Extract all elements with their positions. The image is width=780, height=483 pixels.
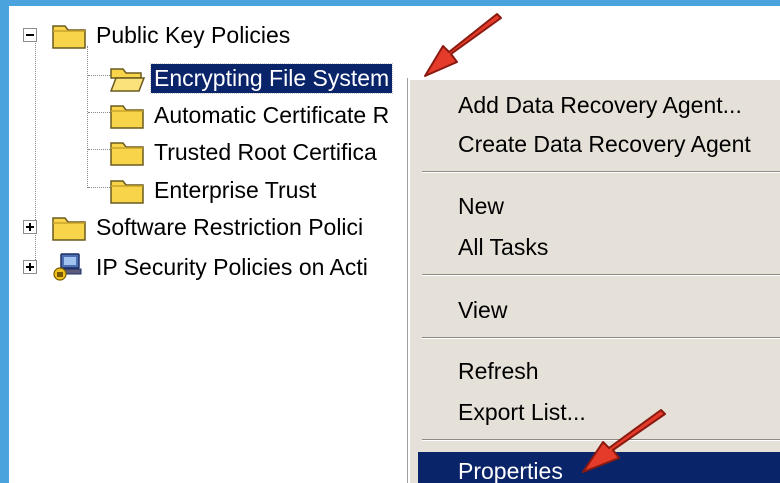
folder-icon (110, 105, 144, 129)
tree-item-encrypting-file-system[interactable]: Encrypting File System (109, 61, 394, 95)
tree-item-automatic-certificate[interactable]: Automatic Certificate R (109, 98, 392, 132)
red-arrow-icon (424, 13, 502, 77)
collapse-icon[interactable] (23, 28, 37, 42)
menu-item-refresh[interactable]: Refresh (418, 352, 780, 390)
tree-connector (87, 46, 88, 188)
mmc-window: Public Key Policies Encrypting File Syst… (9, 6, 780, 483)
tree-connector (88, 187, 110, 188)
tree-item-label: Enterprise Trust (154, 176, 317, 203)
tree-item-enterprise-trust[interactable]: Enterprise Trust (109, 173, 319, 207)
tree-item-ip-security-policies[interactable]: IP Security Policies on Acti (23, 250, 371, 284)
menu-item-add-data-recovery-agent[interactable]: Add Data Recovery Agent... (418, 86, 780, 124)
folder-icon (110, 142, 144, 166)
open-folder-icon (109, 68, 145, 92)
folder-icon (52, 25, 86, 49)
ip-security-policy-icon (53, 253, 82, 281)
tree-connector (88, 112, 110, 113)
tree-item-label: Automatic Certificate R (154, 101, 390, 128)
menu-separator (422, 171, 780, 173)
menu-item-view[interactable]: View (418, 291, 780, 329)
tree-connector (88, 75, 110, 76)
folder-icon (110, 180, 144, 204)
tree-item-label: Trusted Root Certifica (154, 138, 377, 165)
menu-item-all-tasks[interactable]: All Tasks (418, 228, 780, 266)
tree-item-label: Encrypting File System (149, 62, 394, 94)
tree-pane: Public Key Policies Encrypting File Syst… (9, 6, 429, 483)
menu-separator (422, 337, 780, 339)
expand-icon[interactable] (23, 220, 37, 234)
tree-item-public-key-policies[interactable]: Public Key Policies (23, 18, 293, 52)
tree-connector (88, 149, 110, 150)
tree-item-label: Public Key Policies (96, 21, 291, 48)
tree-item-software-restriction-policies[interactable]: Software Restriction Polici (23, 210, 366, 244)
expand-icon[interactable] (23, 260, 37, 274)
menu-item-new[interactable]: New (418, 187, 780, 225)
tree-item-label: Software Restriction Polici (96, 213, 364, 240)
menu-item-create-data-recovery-agent[interactable]: Create Data Recovery Agent (418, 125, 780, 163)
menu-separator (422, 274, 780, 276)
folder-icon (52, 217, 86, 241)
red-arrow-icon (582, 409, 666, 473)
tree-item-trusted-root-certification[interactable]: Trusted Root Certifica (109, 135, 380, 169)
tree-item-label: IP Security Policies on Acti (96, 253, 368, 280)
